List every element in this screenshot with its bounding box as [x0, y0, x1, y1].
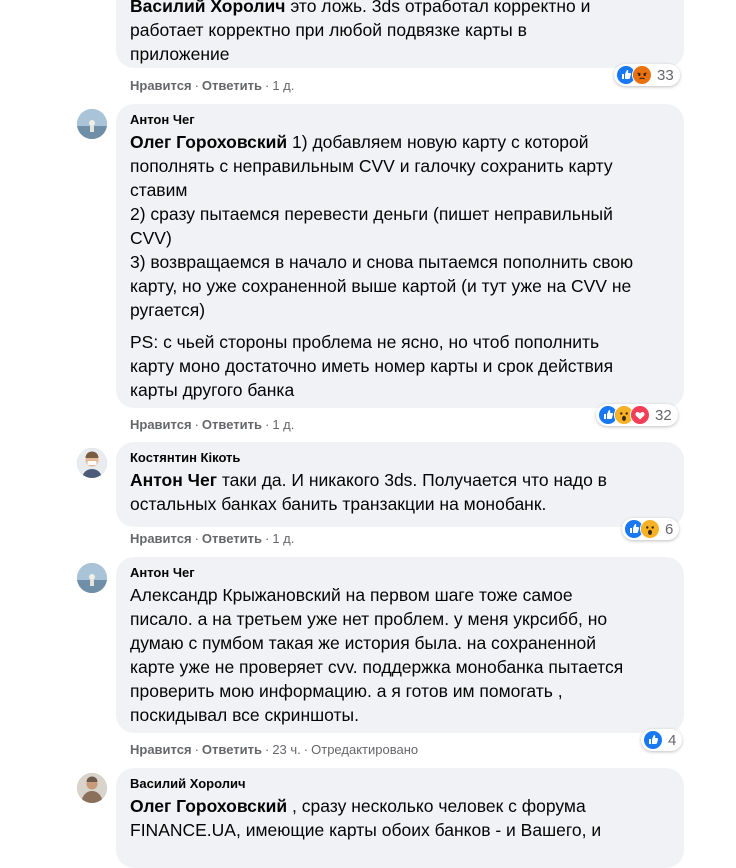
comment-actions: Нравится · Ответить · 23 ч. · Отредактировано: [130, 742, 419, 757]
comment-actions: Нравится · Ответить · 1 д.: [130, 78, 295, 93]
wow-reaction-icon: [640, 519, 660, 539]
comment-bubble: Антон Чег Александр Крыжановский на перв…: [116, 557, 684, 733]
timestamp[interactable]: 1 д.: [272, 78, 294, 93]
reaction-count: 32: [655, 406, 672, 424]
edited-label[interactable]: Отредактировано: [311, 742, 418, 757]
comment-text: Олег Гороховский 1) добавляем новую карт…: [130, 132, 634, 400]
comment-bubble: Василий Хоролич Олег Гороховский , сразу…: [116, 768, 684, 868]
love-reaction-icon: [630, 405, 650, 425]
timestamp[interactable]: 1 д.: [272, 417, 294, 432]
reply-button[interactable]: Ответить: [202, 78, 262, 93]
reactions-summary[interactable]: 4: [641, 729, 683, 751]
comment-bubble: Антон Чег Олег Гороховский 1) добавляем …: [116, 104, 684, 408]
reactions-summary[interactable]: 33: [614, 64, 680, 86]
like-reaction-icon: [643, 730, 663, 750]
comment-actions: Нравится · Ответить · 1 д.: [130, 417, 295, 432]
avatar[interactable]: [77, 773, 107, 803]
reaction-count: 6: [665, 520, 674, 538]
mention-link[interactable]: Олег Гороховский: [130, 132, 287, 152]
avatar[interactable]: [77, 563, 107, 593]
reply-button[interactable]: Ответить: [202, 417, 262, 432]
comment-text: Александр Крыжановский на первом шаге то…: [130, 585, 624, 725]
like-button[interactable]: Нравится: [130, 78, 192, 93]
timestamp[interactable]: 1 д.: [272, 531, 294, 546]
like-button[interactable]: Нравится: [130, 742, 192, 757]
mention-link[interactable]: Олег Гороховский: [130, 796, 287, 816]
reactions-summary[interactable]: 6: [622, 518, 680, 540]
mention-link[interactable]: Антон Чег: [130, 470, 217, 490]
comment-author[interactable]: Костянтин Кікоть: [130, 450, 670, 466]
avatar[interactable]: [77, 109, 107, 139]
comment-author[interactable]: Антон Чег: [130, 565, 670, 581]
comment-text: Олег Гороховский , сразу несколько челов…: [130, 796, 602, 840]
comment-bubble: Костянтин Кікоть Антон Чег таки да. И ни…: [116, 442, 684, 527]
comment-text: Василий Хоролич это ложь. 3ds отработал …: [130, 0, 670, 66]
angry-reaction-icon: [632, 65, 652, 85]
avatar[interactable]: [77, 448, 107, 478]
reaction-count: 33: [657, 66, 674, 84]
like-button[interactable]: Нравится: [130, 417, 192, 432]
like-button[interactable]: Нравится: [130, 531, 192, 546]
comment-text: Антон Чег таки да. И никакого 3ds. Получ…: [130, 470, 607, 514]
reactions-summary[interactable]: 32: [596, 404, 678, 426]
reply-button[interactable]: Ответить: [202, 531, 262, 546]
reaction-count: 4: [668, 731, 677, 749]
reply-button[interactable]: Ответить: [202, 742, 262, 757]
comment-author[interactable]: Антон Чег: [130, 112, 670, 128]
comment-author[interactable]: Василий Хоролич: [130, 776, 670, 792]
timestamp[interactable]: 23 ч.: [272, 742, 300, 757]
comment-actions: Нравится · Ответить · 1 д.: [130, 531, 295, 546]
mention-link[interactable]: Василий Хоролич: [130, 0, 285, 16]
comment-bubble: Василий Хоролич это ложь. 3ds отработал …: [116, 0, 684, 68]
